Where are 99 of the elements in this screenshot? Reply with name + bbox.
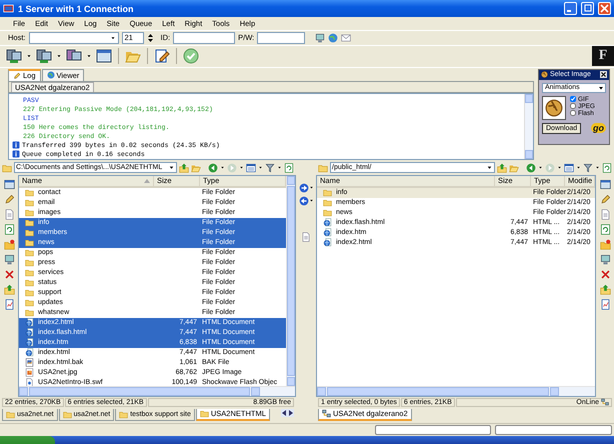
pencil-icon[interactable]: [600, 194, 610, 205]
document-icon[interactable]: [4, 208, 14, 220]
network-icon: [601, 398, 609, 406]
document-icon: [25, 378, 34, 386]
folder-icon: [2, 162, 12, 173]
globe-page-icon: [323, 238, 332, 248]
caret-icon: [486, 164, 493, 172]
scrollbar[interactable]: [524, 94, 533, 159]
password-field[interactable]: [257, 32, 306, 44]
left-arrow-icon[interactable]: [298, 196, 308, 206]
brand-logo: F: [592, 46, 614, 66]
minimize-button[interactable]: [564, 2, 577, 16]
right-arrow-icon[interactable]: [298, 182, 308, 193]
caret-icon: [56, 53, 62, 60]
globe-page-icon: [323, 218, 332, 228]
filter-icon[interactable]: [265, 162, 275, 173]
folder-icon: [119, 410, 128, 419]
globe-icon[interactable]: [328, 32, 338, 43]
refresh-icon[interactable]: [600, 224, 610, 235]
caret-icon: [220, 165, 225, 170]
logo: go: [591, 123, 606, 134]
delete-icon[interactable]: [600, 268, 610, 280]
globe-page-icon: [25, 328, 34, 338]
host-field[interactable]: [28, 32, 119, 44]
window-icon[interactable]: [96, 48, 112, 64]
scroll-left-icon[interactable]: [282, 410, 287, 416]
maximize-button[interactable]: [581, 2, 594, 16]
delete-icon[interactable]: [4, 268, 14, 280]
window-title: 1 Server with 1 Connection: [18, 4, 135, 14]
scrollbar[interactable]: [317, 386, 595, 396]
document-icon[interactable]: [600, 208, 610, 220]
monitor-icon[interactable]: [600, 254, 610, 265]
report-icon[interactable]: [600, 298, 610, 310]
globe-page-icon: [25, 348, 34, 358]
caret-icon: [168, 164, 175, 172]
caret-icon: [277, 165, 282, 170]
monitor-icon[interactable]: [315, 32, 326, 43]
spinner-icon[interactable]: [146, 32, 154, 44]
caret-icon: [538, 165, 543, 170]
window-icon[interactable]: [4, 178, 14, 190]
check-icon[interactable]: [183, 48, 199, 64]
up-folder-icon[interactable]: [4, 284, 14, 295]
globe-page-icon: [25, 318, 34, 328]
globe-icon: [46, 71, 55, 80]
caret-icon: [110, 34, 116, 41]
monitor-icon[interactable]: [4, 254, 14, 265]
globe-icon: [541, 71, 548, 78]
sort-icon: [144, 178, 150, 184]
app-icon: [3, 3, 14, 14]
checkbox[interactable]: [570, 110, 576, 116]
server-icon[interactable]: [36, 48, 52, 64]
window-icon[interactable]: [600, 178, 610, 190]
back-icon[interactable]: [526, 162, 536, 173]
caret-icon: [258, 165, 263, 170]
caret-icon: [557, 165, 562, 170]
maximize-icon: [583, 4, 592, 14]
up-folder-icon[interactable]: [497, 162, 507, 173]
close-icon: [600, 4, 609, 14]
view-icon[interactable]: [246, 162, 256, 173]
new-folder-icon[interactable]: [600, 238, 610, 250]
up-folder-icon[interactable]: [179, 162, 189, 173]
start-button[interactable]: [0, 436, 55, 444]
scroll-right-icon[interactable]: [288, 410, 293, 416]
checkbox[interactable]: [570, 96, 576, 102]
filter-icon[interactable]: [583, 162, 593, 173]
up-folder-icon[interactable]: [600, 284, 610, 295]
edit-icon[interactable]: [154, 48, 170, 64]
caret-icon: [86, 53, 92, 60]
network-icon: [322, 409, 331, 418]
server-icon[interactable]: [6, 48, 22, 64]
scrollbar[interactable]: [19, 386, 295, 396]
document-icon[interactable]: [301, 232, 311, 242]
new-folder-icon[interactable]: [4, 238, 14, 250]
report-icon[interactable]: [4, 298, 14, 310]
envelope-icon[interactable]: [341, 32, 352, 43]
scrollbar[interactable]: [286, 176, 295, 386]
pencil-icon[interactable]: [4, 194, 14, 205]
refresh-icon[interactable]: [602, 162, 612, 173]
close-button[interactable]: [598, 2, 611, 16]
caret-icon: [595, 165, 600, 170]
back-icon[interactable]: [208, 162, 218, 173]
image-file-icon: [25, 368, 34, 378]
folder-icon: [62, 410, 72, 419]
checkbox[interactable]: [570, 103, 576, 110]
caret-icon: [239, 165, 244, 170]
refresh-icon[interactable]: [4, 224, 14, 235]
refresh-icon[interactable]: [284, 162, 294, 173]
folder-icon: [200, 409, 209, 418]
id-field[interactable]: [173, 32, 236, 44]
folder-icon: [6, 410, 15, 419]
globe-page-icon: [323, 228, 332, 238]
globe-page-icon: [25, 338, 34, 348]
caret-icon: [576, 165, 581, 170]
caret-icon: [26, 53, 32, 60]
picture-file-icon: [25, 358, 34, 368]
pencil-icon: [13, 72, 21, 80]
folder-icon: [318, 162, 328, 173]
close-icon[interactable]: [600, 71, 607, 78]
view-icon[interactable]: [564, 162, 574, 173]
